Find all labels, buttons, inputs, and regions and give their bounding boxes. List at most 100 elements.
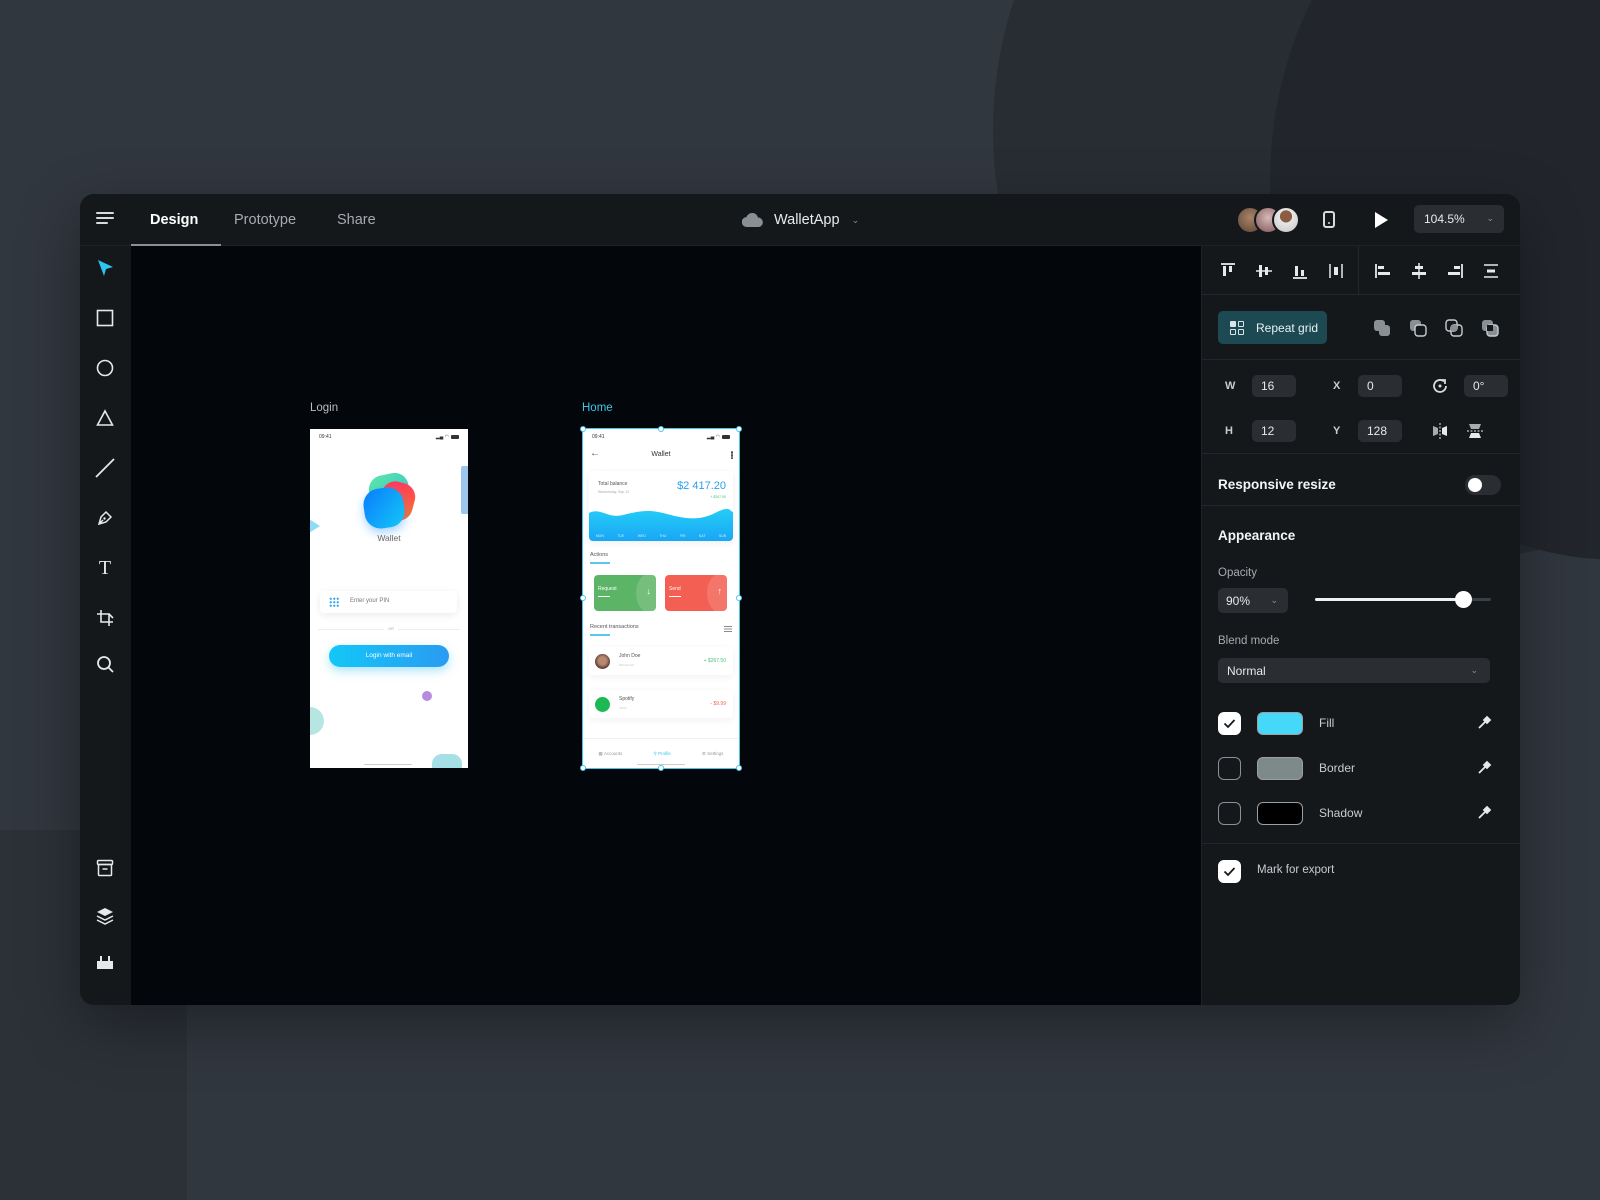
divider [1358,246,1359,294]
repeat-grid-icon [1230,320,1244,335]
weekday-label: SAT [698,534,706,538]
responsive-resize-toggle[interactable] [1465,475,1501,495]
triangle-tool-icon[interactable] [94,407,116,429]
design-canvas[interactable]: Login 09:41 ▂▄ ◠ Wallet Enter your PIN O… [131,246,1201,1005]
plugins-icon[interactable] [94,951,116,973]
divider [1202,359,1520,360]
artboard-label-home[interactable]: Home [582,402,613,414]
opacity-slider[interactable] [1315,591,1491,608]
transaction-type: RECEIVED [619,663,635,667]
boolean-exclude-icon[interactable] [1480,318,1500,338]
decor-rectangle [461,466,468,514]
boolean-subtract-icon[interactable] [1408,318,1428,338]
balance-label: Total balance [598,481,628,487]
border-checkbox[interactable] [1218,757,1241,780]
mark-for-export-checkbox[interactable] [1218,860,1241,883]
transaction-name: Spotify [619,696,635,702]
distribute-horizontal-icon[interactable] [1326,261,1346,281]
border-label: Border [1319,761,1356,775]
tab-share[interactable]: Share [337,194,376,246]
collaborator-avatars[interactable] [1236,206,1300,234]
blend-mode-dropdown[interactable]: Normal ⌄ [1218,658,1490,683]
zoom-level-dropdown[interactable]: 104.5% ⌄ [1414,205,1504,233]
text-tool-icon[interactable]: T [94,557,116,579]
align-top-icon[interactable] [1218,261,1238,281]
status-time: 09:41 [592,434,605,440]
transaction-row: John Doe RECEIVED + $267.50 [589,647,733,675]
fill-checkbox[interactable] [1218,712,1241,735]
project-switcher[interactable]: WalletApp ⌄ [742,194,859,246]
chevron-down-icon: ⌄ [1270,595,1278,605]
align-middle-icon[interactable] [1254,261,1274,281]
eyedropper-icon[interactable] [1476,760,1492,776]
opacity-dropdown[interactable]: 90% ⌄ [1218,588,1288,613]
fill-color-swatch[interactable] [1257,712,1303,735]
resize-handle[interactable] [736,595,742,601]
resize-handle[interactable] [736,765,742,771]
avatar[interactable] [1272,206,1300,234]
resize-handle[interactable] [658,765,664,771]
zoom-tool-icon[interactable] [94,653,116,675]
properties-panel: Repeat grid W 16 X 0 0° H 12 Y 128 Respo… [1201,246,1520,1005]
eyedropper-icon[interactable] [1476,715,1492,731]
align-center-icon[interactable] [1409,261,1429,281]
opacity-value: 90% [1226,594,1251,608]
responsive-resize-label: Responsive resize [1218,477,1336,492]
divider [1202,294,1520,295]
line-tool-icon[interactable] [94,457,116,479]
y-input[interactable]: 128 [1358,420,1402,442]
opacity-slider-knob[interactable] [1454,591,1472,608]
chevron-down-icon: ⌄ [1486,213,1494,223]
align-bottom-icon[interactable] [1290,261,1310,281]
device-preview-icon[interactable] [1323,211,1335,228]
signal-wifi-battery-icon: ▂▄ ◠ [707,434,730,440]
artboard-login[interactable]: 09:41 ▂▄ ◠ Wallet Enter your PIN OR Logi… [310,429,468,768]
boolean-intersect-icon[interactable] [1444,318,1464,338]
resize-handle[interactable] [580,765,586,771]
boolean-add-icon[interactable] [1372,318,1392,338]
tab-design[interactable]: Design [150,194,198,246]
height-input[interactable]: 12 [1252,420,1296,442]
transaction-name: John Doe [619,653,641,659]
resize-handle[interactable] [580,595,586,601]
pin-placeholder: Enter your PIN [350,598,390,604]
pin-input: Enter your PIN [320,591,457,613]
artboard-tool-icon[interactable] [94,607,116,629]
artboard-home[interactable]: 09:41 ▂▄ ◠ ← Wallet Total balance Wednes… [582,428,740,769]
border-color-swatch[interactable] [1257,757,1303,780]
weekday-label: TUE [617,534,625,538]
resize-handle[interactable] [658,426,664,432]
width-input[interactable]: 16 [1252,375,1296,397]
align-right-icon[interactable] [1445,261,1465,281]
resize-handle[interactable] [580,426,586,432]
tab-prototype[interactable]: Prototype [234,194,296,246]
hamburger-menu-icon[interactable] [96,212,114,226]
rotation-input[interactable]: 0° [1464,375,1508,397]
distribute-vertical-icon[interactable] [1481,261,1501,281]
flip-vertical-icon[interactable] [1466,422,1484,440]
eyedropper-icon[interactable] [1476,805,1492,821]
ellipse-tool-icon[interactable] [94,357,116,379]
request-label: Request [598,586,617,592]
app-window: Design Prototype Share WalletApp ⌄ 104.5… [80,194,1520,1005]
assets-icon[interactable] [94,857,116,879]
x-input[interactable]: 0 [1358,375,1402,397]
resize-handle[interactable] [736,426,742,432]
shadow-checkbox[interactable] [1218,802,1241,825]
spotify-icon [595,697,610,712]
shadow-color-swatch[interactable] [1257,802,1303,825]
select-tool-icon[interactable] [94,257,116,279]
divider [1202,505,1520,506]
play-icon[interactable] [1375,212,1388,228]
pen-tool-icon[interactable] [94,507,116,529]
repeat-grid-button[interactable]: Repeat grid [1218,311,1327,344]
flip-horizontal-icon[interactable] [1431,422,1449,440]
align-left-icon[interactable] [1373,261,1393,281]
transaction-row: Spotify SENT - $9.99 [589,690,733,718]
layers-icon[interactable] [94,905,116,927]
width-label: W [1225,380,1236,392]
rectangle-tool-icon[interactable] [94,307,116,329]
artboard-label-login[interactable]: Login [310,402,338,414]
rotate-icon[interactable] [1431,377,1449,395]
top-bar: Design Prototype Share WalletApp ⌄ 104.5… [80,194,1520,246]
